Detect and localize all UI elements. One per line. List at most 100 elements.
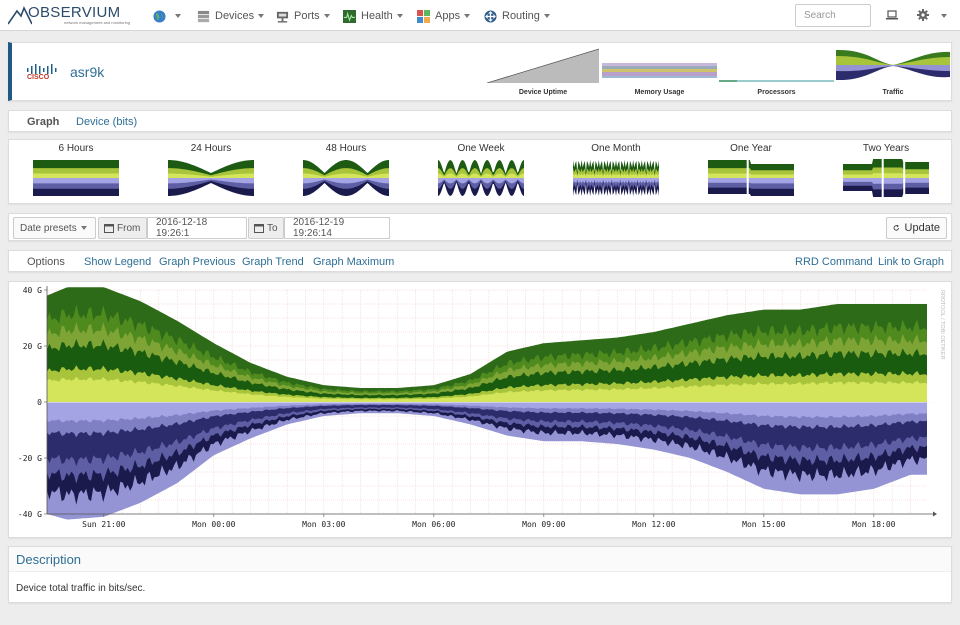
chevron-down-icon xyxy=(80,226,87,230)
processors-sparkline xyxy=(719,80,834,82)
period-gap xyxy=(746,155,749,203)
top-navbar: OBSERVIUM network management and monitor… xyxy=(0,0,960,31)
period-48-hours[interactable]: 48 Hours xyxy=(301,143,391,203)
thumb-traffic[interactable]: Traffic xyxy=(836,47,950,96)
cisco-logo-text: CISCO xyxy=(27,74,50,81)
x-tick-label: Mon 03:00 xyxy=(302,520,346,529)
thumb-device-uptime[interactable]: Device Uptime xyxy=(486,47,600,96)
x-tick-label: Sun 21:00 xyxy=(82,520,126,529)
period-label: Two Years xyxy=(862,143,910,154)
cisco-logo: CISCO xyxy=(26,63,58,83)
refresh-icon xyxy=(893,224,899,231)
nav-apps-label: Apps xyxy=(435,10,461,22)
thumb-label: Memory Usage xyxy=(634,89,685,96)
nav-devices-label: Devices xyxy=(215,10,255,22)
thumb-processors[interactable]: Processors xyxy=(719,47,834,96)
nav-apps[interactable]: Apps xyxy=(417,8,471,24)
tab-graph[interactable]: Graph xyxy=(27,116,59,128)
period-one-week[interactable]: One Week xyxy=(436,143,526,203)
y-tick-label: -20 G xyxy=(18,454,42,463)
nav-ports[interactable]: Ports xyxy=(276,8,330,24)
chevron-down-icon xyxy=(258,14,265,18)
description-panel: Description Device total traffic in bits… xyxy=(8,546,952,603)
graph-maximum-link[interactable]: Graph Maximum xyxy=(313,256,394,268)
observium-logo[interactable]: OBSERVIUM network management and monitor… xyxy=(8,3,134,27)
x-tick-label: Mon 12:00 xyxy=(632,520,676,529)
thumb-label: Traffic xyxy=(882,89,904,96)
nav-routing-label: Routing xyxy=(502,10,540,22)
laptop-icon[interactable] xyxy=(886,10,898,20)
rrd-command-link[interactable]: RRD Command xyxy=(795,256,873,268)
chevron-down-icon xyxy=(175,14,181,18)
x-tick-label: Mon 06:00 xyxy=(412,520,456,529)
period-one-year[interactable]: One Year xyxy=(706,143,796,203)
period-sparkline xyxy=(33,160,119,196)
period-sparkline xyxy=(438,160,524,196)
nav-globe[interactable] xyxy=(153,8,181,24)
period-one-month[interactable]: One Month xyxy=(571,143,661,203)
period-label: 48 Hours xyxy=(325,143,367,154)
period-sparkline xyxy=(573,160,659,196)
period-6-hours[interactable]: 6 Hours xyxy=(31,143,121,203)
from-date-input[interactable]: 2016-12-18 19:26:1 xyxy=(147,217,247,239)
device-name[interactable]: asr9k xyxy=(70,64,104,80)
routing-icon xyxy=(484,9,497,23)
period-label: One Year xyxy=(730,143,772,154)
date-range-bar: Date presets From 2016-12-18 19:26:1 To … xyxy=(8,213,952,241)
show-legend-link[interactable]: Show Legend xyxy=(84,256,151,268)
traffic-chart[interactable]: 40 G 20 G 0 -20 G -40 G Sun 21:00 Mon 00:00 Mon… xyxy=(9,282,952,538)
nav-devices[interactable]: Devices xyxy=(197,8,265,24)
nav-health-label: Health xyxy=(361,10,393,22)
graph-trend-link[interactable]: Graph Trend xyxy=(242,256,304,268)
x-tick-label: Mon 18:00 xyxy=(852,520,896,529)
to-date-input[interactable]: 2016-12-19 19:26:14 xyxy=(284,217,390,239)
chevron-down-icon[interactable] xyxy=(941,14,947,18)
period-two-years[interactable]: Two Years xyxy=(841,143,931,203)
nav-routing[interactable]: Routing xyxy=(484,8,550,24)
cisco-bars-icon xyxy=(27,64,57,74)
description-text: Device total traffic in bits/sec. xyxy=(16,583,146,594)
traffic-graph-panel: 40 G 20 G 0 -20 G -40 G Sun 21:00 Mon 00:00 Mon… xyxy=(8,281,952,538)
period-sparkline xyxy=(303,160,389,196)
update-button[interactable]: Update xyxy=(886,217,947,239)
rrdtool-watermark: RRDTOOL / TOBI OETIKER xyxy=(939,290,945,360)
to-label-text: To xyxy=(267,222,278,234)
period-24-hours[interactable]: 24 Hours xyxy=(166,143,256,203)
tab-device-bits[interactable]: Device (bits) xyxy=(76,116,137,128)
y-tick-label: 20 G xyxy=(23,342,42,351)
period-label: 24 Hours xyxy=(190,143,232,154)
options-label: Options xyxy=(27,256,65,268)
chevron-down-icon xyxy=(464,14,471,18)
graph-tabs-bar: Graph Device (bits) xyxy=(8,110,952,132)
chevron-down-icon xyxy=(396,14,403,18)
y-tick-label: 0 xyxy=(37,398,42,407)
thumb-label: Device Uptime xyxy=(518,89,568,96)
date-presets-button[interactable]: Date presets xyxy=(13,217,96,239)
link-to-graph-link[interactable]: Link to Graph xyxy=(878,256,944,268)
period-gap xyxy=(903,155,906,203)
period-label: One Week xyxy=(457,143,505,154)
calendar-icon xyxy=(254,224,264,233)
nav-ports-label: Ports xyxy=(294,10,320,22)
search-input[interactable]: Search xyxy=(795,4,871,27)
period-thumbnails: 6 Hours 24 Hours 48 Hours One Week One Month… xyxy=(8,139,952,204)
traffic-sparkline xyxy=(836,49,950,81)
period-in-layer xyxy=(33,173,119,178)
gear-icon[interactable] xyxy=(917,9,929,21)
y-tick-label: -40 G xyxy=(18,510,42,519)
thumb-memory-usage[interactable]: Memory Usage xyxy=(602,47,717,96)
x-tick-label: Mon 09:00 xyxy=(522,520,566,529)
period-out-layer xyxy=(33,178,119,184)
to-label: To xyxy=(248,217,284,239)
globe-icon xyxy=(153,9,166,23)
period-sparkline xyxy=(708,155,794,203)
calendar-icon xyxy=(104,224,114,233)
device-header-panel: CISCO asr9k Device Uptime Memory Usage P… xyxy=(8,42,952,101)
apps-grid-icon xyxy=(417,9,430,23)
graph-previous-link[interactable]: Graph Previous xyxy=(159,256,235,268)
date-presets-label: Date presets xyxy=(20,222,77,234)
x-axis-arrow xyxy=(933,511,937,517)
period-label: One Month xyxy=(591,143,641,154)
nav-health[interactable]: Health xyxy=(343,8,403,24)
update-label: Update xyxy=(904,222,940,234)
